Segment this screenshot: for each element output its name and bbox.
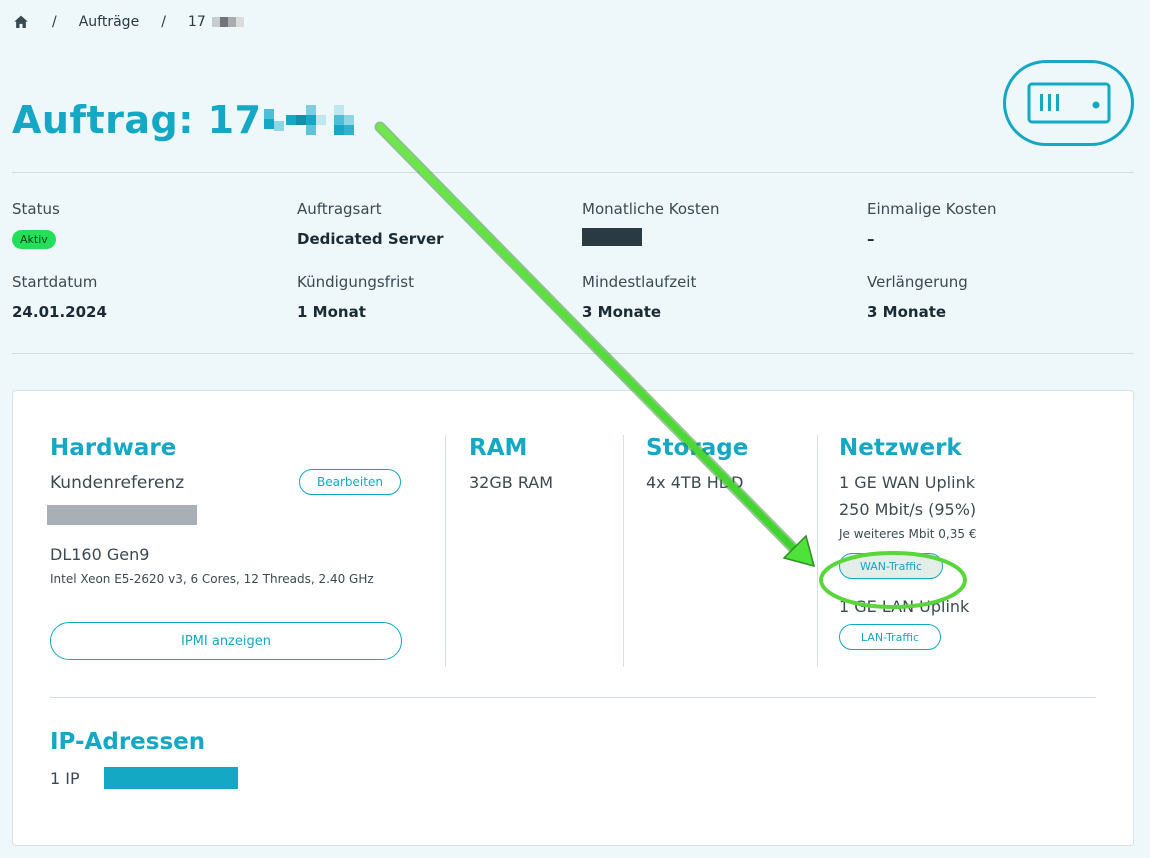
breadcrumb-separator: / — [161, 14, 166, 30]
lan-uplink: 1 GE LAN Uplink — [839, 597, 970, 616]
storage-title: Storage — [646, 435, 749, 461]
divider — [12, 172, 1134, 173]
info-label: Startdatum — [12, 273, 98, 291]
redacted-order-number — [263, 101, 364, 139]
breadcrumb: / Aufträge / 17 — [12, 10, 245, 34]
info-renewal: Verlängerung 3 Monate — [867, 273, 1150, 321]
server-type-badge — [1003, 60, 1134, 146]
wan-bandwidth: 250 Mbit/s (95%) — [839, 500, 977, 519]
column-divider — [817, 435, 818, 667]
wan-uplink: 1 GE WAN Uplink — [839, 473, 975, 492]
ram-column: RAM 32GB RAM — [469, 435, 553, 492]
redacted-order-id — [212, 17, 245, 27]
hardware-column: Hardware Kundenreferenz Bearbeiten DL160… — [47, 435, 410, 660]
status-badge: Aktiv — [12, 230, 56, 249]
page-title-text: Auftrag: 17 — [12, 98, 262, 142]
redacted-ip-address — [103, 767, 238, 789]
wan-traffic-button[interactable]: WAN-Traffic — [839, 553, 943, 579]
info-label: Status — [12, 200, 60, 218]
breadcrumb-current-label: 17 — [187, 14, 206, 30]
info-value: Dedicated Server — [297, 230, 444, 248]
info-label: Verlängerung — [867, 273, 968, 291]
info-one-time-cost: Einmalige Kosten – — [867, 200, 1150, 248]
info-label: Einmalige Kosten — [867, 200, 997, 218]
info-value: 3 Monate — [867, 303, 947, 321]
breadcrumb-current: 17 — [187, 14, 245, 30]
info-minimum-term: Mindestlaufzeit 3 Monate — [582, 273, 867, 321]
info-status: Status Aktiv — [12, 200, 297, 249]
home-icon[interactable] — [12, 13, 30, 31]
server-model: DL160 Gen9 — [50, 545, 150, 564]
redacted-customer-reference — [47, 505, 197, 525]
info-value: – — [867, 230, 875, 248]
info-label: Auftragsart — [297, 200, 382, 218]
info-value: 3 Monate — [582, 303, 662, 321]
ip-title: IP-Adressen — [50, 729, 206, 755]
info-notice-period: Kündigungsfrist 1 Monat — [297, 273, 582, 321]
info-label: Mindestlaufzeit — [582, 273, 697, 291]
network-title: Netzwerk — [839, 435, 962, 461]
server-icon — [1027, 82, 1110, 124]
cpu-spec: Intel Xeon E5-2620 v3, 6 Cores, 12 Threa… — [50, 572, 374, 586]
edit-reference-button[interactable]: Bearbeiten — [299, 469, 401, 495]
breadcrumb-orders-link[interactable]: Aufträge — [79, 14, 139, 30]
divider — [50, 697, 1096, 698]
server-details-card: Hardware Kundenreferenz Bearbeiten DL160… — [12, 390, 1134, 846]
info-value: 1 Monat — [297, 303, 366, 321]
storage-value: 4x 4TB HDD — [646, 473, 744, 492]
customer-reference-label: Kundenreferenz — [50, 473, 185, 493]
info-monthly-cost: Monatliche Kosten — [582, 200, 867, 250]
ram-value: 32GB RAM — [469, 473, 554, 492]
column-divider — [445, 435, 446, 667]
extra-mbit-cost: Je weiteres Mbit 0,35 € — [839, 527, 977, 541]
page-title: Auftrag: 17 — [12, 98, 364, 142]
hardware-title: Hardware — [50, 435, 177, 461]
info-label: Kündigungsfrist — [297, 273, 414, 291]
ip-section: IP-Adressen 1 IP — [50, 729, 238, 789]
info-value: 24.01.2024 — [12, 303, 107, 321]
breadcrumb-separator: / — [52, 14, 57, 30]
redacted-monthly-cost — [582, 228, 642, 246]
network-column: Netzwerk 1 GE WAN Uplink 250 Mbit/s (95%… — [839, 435, 1099, 650]
info-order-type: Auftragsart Dedicated Server — [297, 200, 582, 248]
ip-count: 1 IP — [50, 768, 80, 788]
divider — [12, 353, 1134, 354]
column-divider — [623, 435, 624, 667]
show-ipmi-button[interactable]: IPMI anzeigen — [50, 622, 402, 660]
info-start-date: Startdatum 24.01.2024 — [12, 273, 297, 321]
info-label: Monatliche Kosten — [582, 200, 720, 218]
ram-title: RAM — [469, 435, 528, 461]
lan-traffic-button[interactable]: LAN-Traffic — [839, 624, 941, 650]
storage-column: Storage 4x 4TB HDD — [646, 435, 748, 492]
